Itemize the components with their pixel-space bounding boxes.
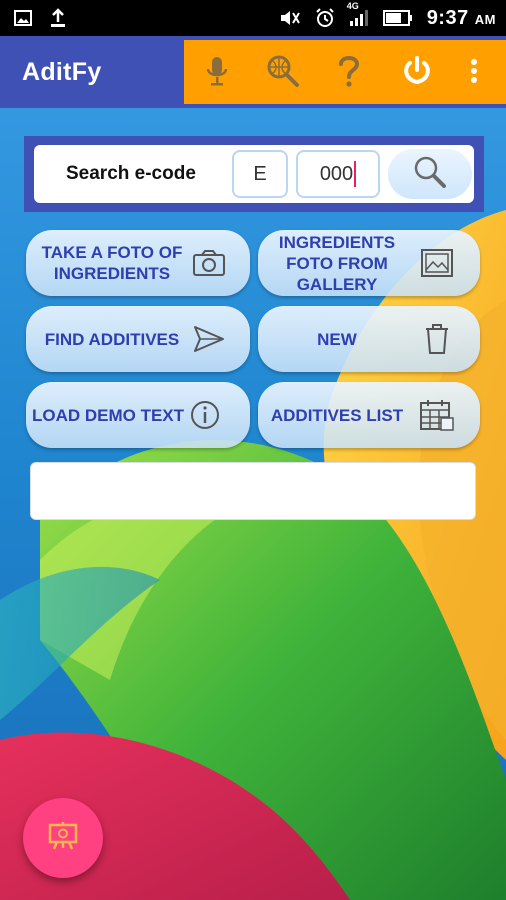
- network-type: 4G: [346, 1, 359, 11]
- app-bar-actions: [180, 36, 506, 108]
- wallpaper: [0, 0, 506, 900]
- web-search-icon: [266, 54, 300, 93]
- web-search-button[interactable]: [260, 50, 306, 96]
- e-prefix-value: E: [253, 162, 267, 185]
- ingredients-text-area[interactable]: [30, 462, 476, 520]
- mute-icon: [279, 8, 301, 28]
- signal-icon: 4G: [347, 1, 369, 27]
- new-label: NEW: [317, 329, 357, 349]
- find-additives-button[interactable]: FIND ADDITIVES: [26, 306, 250, 372]
- battery-icon: [382, 10, 413, 26]
- search-icon: [413, 155, 447, 194]
- more-vert-icon: [470, 58, 478, 89]
- calendar-grid-icon: [418, 396, 456, 434]
- additives-list-button[interactable]: ADDITIVES LIST: [258, 382, 480, 448]
- app-title: AditFy: [22, 57, 102, 86]
- trash-icon: [418, 320, 456, 358]
- download-icon: [50, 8, 66, 28]
- send-icon: [190, 320, 228, 358]
- status-time: 9:37 AM: [426, 6, 496, 29]
- power-icon: [401, 55, 433, 92]
- e-code-input[interactable]: 000: [296, 150, 380, 198]
- search-card: Search e-code E 000: [24, 136, 484, 212]
- search-button[interactable]: [388, 149, 472, 199]
- text-caret: [354, 161, 357, 187]
- app-bar: AditFy: [0, 36, 506, 108]
- image-icon: [14, 10, 32, 26]
- load-demo-label: LOAD DEMO TEXT: [31, 405, 185, 425]
- find-additives-label: FIND ADDITIVES: [44, 329, 180, 349]
- gallery-button[interactable]: INGREDIENTS FOTO FROM GALLERY: [258, 230, 480, 296]
- overflow-menu-button[interactable]: [454, 50, 494, 96]
- e-prefix-field[interactable]: E: [232, 150, 288, 198]
- info-icon: [186, 396, 224, 434]
- e-code-value: 000: [319, 162, 354, 185]
- projector-icon: [47, 820, 79, 857]
- gallery-label: INGREDIENTS FOTO FROM GALLERY: [278, 232, 396, 294]
- power-button[interactable]: [394, 50, 440, 96]
- projector-fab[interactable]: [23, 798, 103, 878]
- microphone-icon: [205, 55, 229, 92]
- take-foto-label: TAKE A FOTO OF INGREDIENTS: [41, 243, 183, 283]
- help-icon: [337, 54, 361, 93]
- status-bar: 4G 9:37 AM: [0, 0, 506, 36]
- camera-icon: [190, 244, 228, 282]
- new-button[interactable]: NEW: [258, 306, 480, 372]
- search-label: Search e-code: [66, 163, 196, 184]
- alarm-icon: [315, 8, 335, 28]
- take-foto-button[interactable]: TAKE A FOTO OF INGREDIENTS: [26, 230, 250, 296]
- help-button[interactable]: [326, 50, 372, 96]
- microphone-button[interactable]: [194, 50, 240, 96]
- app-bar-title-area: AditFy: [0, 36, 180, 108]
- search-panel: Search e-code E 000: [34, 145, 474, 203]
- additives-list-label: ADDITIVES LIST: [270, 405, 404, 425]
- gallery-icon: [418, 244, 456, 282]
- load-demo-button[interactable]: LOAD DEMO TEXT: [26, 382, 250, 448]
